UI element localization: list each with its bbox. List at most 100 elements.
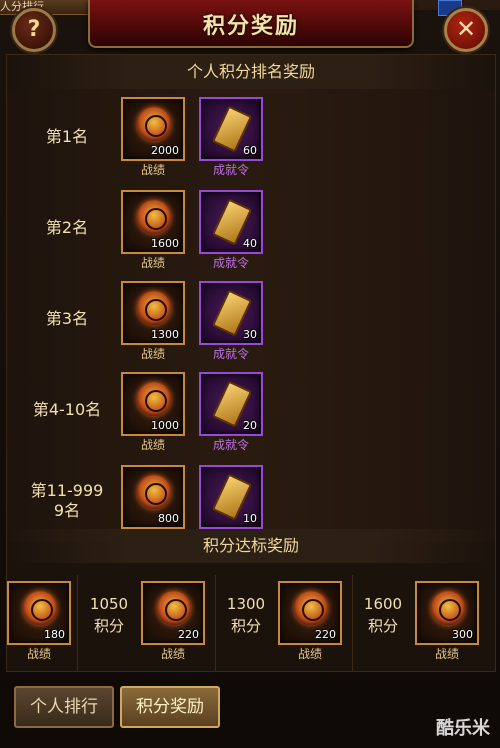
item-name: 战绩 bbox=[160, 647, 185, 661]
close-button[interactable]: ✕ bbox=[444, 8, 488, 52]
threshold-unit: 积分 bbox=[367, 617, 398, 635]
medal-icon bbox=[137, 291, 171, 325]
help-button[interactable]: ? bbox=[12, 8, 56, 52]
reward-item[interactable]: 220 战绩 bbox=[141, 581, 205, 661]
reward-slot: 40 bbox=[199, 190, 263, 254]
item-count: 1300 bbox=[151, 328, 179, 341]
threshold-unit: 积分 bbox=[230, 617, 261, 635]
page-title: 积分奖励 bbox=[202, 14, 299, 39]
threshold-item: 1300 积分 220 战绩 bbox=[216, 575, 353, 671]
rank-row: 第11-999 9名 800 10 bbox=[7, 453, 495, 541]
reward-item[interactable]: 2000 战绩 bbox=[121, 97, 185, 177]
medal-icon bbox=[157, 591, 191, 625]
reward-item[interactable]: 1000 战绩 bbox=[121, 372, 185, 452]
reward-slot: 20 bbox=[199, 372, 263, 436]
item-name: 战绩 bbox=[297, 647, 322, 661]
ranking-list[interactable]: 第1名 2000 战绩 60 成就令 第2名 1600 战绩 40 成就令 第3… bbox=[7, 89, 495, 541]
reward-item[interactable]: 1600 战绩 bbox=[121, 190, 185, 270]
medal-icon bbox=[137, 107, 171, 141]
item-name: 战绩 bbox=[26, 647, 51, 661]
item-count: 800 bbox=[158, 512, 179, 525]
threshold-item: 180 战绩 bbox=[5, 575, 78, 671]
item-name: 战绩 bbox=[140, 163, 165, 177]
item-count: 2000 bbox=[151, 144, 179, 157]
reward-slot: 220 bbox=[141, 581, 205, 645]
title-bar: 积分奖励 bbox=[88, 0, 414, 48]
tab-personal-rank[interactable]: 个人排行 bbox=[14, 686, 114, 728]
threshold-label: 1300 积分 bbox=[216, 593, 276, 637]
item-count: 220 bbox=[178, 628, 199, 641]
item-count: 40 bbox=[243, 237, 257, 250]
item-count: 1000 bbox=[151, 419, 179, 432]
reward-item[interactable]: 60 成就令 bbox=[199, 97, 263, 177]
item-count: 1600 bbox=[151, 237, 179, 250]
threshold-item: 1050 积分 220 战绩 bbox=[79, 575, 216, 671]
rank-label: 第4-10名 bbox=[32, 400, 102, 419]
rank-row: 第1名 2000 战绩 60 成就令 bbox=[7, 89, 495, 181]
reward-slot: 800 bbox=[121, 465, 185, 529]
medal-icon bbox=[137, 475, 171, 509]
medal-icon bbox=[23, 591, 57, 625]
rank-label: 第2名 bbox=[45, 218, 89, 237]
item-count: 20 bbox=[243, 419, 257, 432]
reward-slot: 220 bbox=[278, 581, 342, 645]
threshold-unit: 积分 bbox=[93, 617, 124, 635]
item-count: 10 bbox=[243, 512, 257, 525]
item-count: 180 bbox=[44, 628, 65, 641]
item-name: 战绩 bbox=[140, 256, 165, 270]
reward-slot: 1000 bbox=[121, 372, 185, 436]
reward-slot: 1600 bbox=[121, 190, 185, 254]
rank-row: 第2名 1600 战绩 40 成就令 bbox=[7, 180, 495, 272]
reward-item[interactable]: 30 成就令 bbox=[199, 281, 263, 361]
reward-slot: 60 bbox=[199, 97, 263, 161]
item-count: 220 bbox=[315, 628, 336, 641]
item-count: 30 bbox=[243, 328, 257, 341]
medal-icon bbox=[431, 591, 465, 625]
medal-icon bbox=[294, 591, 328, 625]
threshold-section-title: 积分达标奖励 bbox=[7, 529, 495, 563]
item-name: 战绩 bbox=[140, 347, 165, 361]
reward-item[interactable]: 1300 战绩 bbox=[121, 281, 185, 361]
item-name: 成就令 bbox=[212, 438, 249, 452]
reward-item[interactable]: 800 bbox=[121, 465, 185, 529]
close-icon: ✕ bbox=[455, 15, 477, 43]
item-name: 战绩 bbox=[434, 647, 459, 661]
reward-item[interactable]: 220 战绩 bbox=[278, 581, 342, 661]
reward-slot: 180 bbox=[7, 581, 71, 645]
rewards-panel: 个人积分排名奖励 第1名 2000 战绩 60 成就令 第2名 1600 战绩 … bbox=[6, 54, 496, 672]
threshold-points: 1300 bbox=[226, 595, 266, 613]
item-name: 成就令 bbox=[212, 347, 249, 361]
tab-points-reward[interactable]: 积分奖励 bbox=[120, 686, 220, 728]
rank-label: 第3名 bbox=[45, 309, 89, 328]
medal-icon bbox=[137, 200, 171, 234]
bottom-bar: 个人排行 积分奖励 bbox=[0, 676, 500, 748]
rank-row: 第4-10名 1000 战绩 20 成就令 bbox=[7, 362, 495, 454]
reward-item[interactable]: 10 bbox=[199, 465, 263, 529]
ranking-section-title: 个人积分排名奖励 bbox=[7, 55, 495, 89]
rank-label: 第1名 bbox=[45, 127, 89, 146]
threshold-points: 1600 bbox=[363, 595, 403, 613]
item-count: 60 bbox=[243, 144, 257, 157]
reward-item[interactable]: 20 成就令 bbox=[199, 372, 263, 452]
rank-label: 第11-999 9名 bbox=[17, 481, 117, 521]
reward-item[interactable]: 40 成就令 bbox=[199, 190, 263, 270]
reward-window: 人分排行 积分奖励 ? ✕ 个人积分排名奖励 第1名 2000 战绩 60 成就… bbox=[0, 0, 500, 748]
reward-item[interactable]: 300 战绩 bbox=[415, 581, 479, 661]
threshold-points: 1050 bbox=[89, 595, 129, 613]
threshold-item: 1600 积分 300 战绩 bbox=[353, 575, 493, 671]
rank-label-line: 第11-999 bbox=[30, 481, 104, 500]
reward-slot: 10 bbox=[199, 465, 263, 529]
threshold-label: 1050 积分 bbox=[79, 593, 139, 637]
question-icon: ? bbox=[27, 17, 41, 42]
reward-slot: 2000 bbox=[121, 97, 185, 161]
rank-row: 第3名 1300 战绩 30 成就令 bbox=[7, 271, 495, 363]
reward-slot: 1300 bbox=[121, 281, 185, 345]
watermark-text: 酷乐米 bbox=[436, 718, 490, 739]
rank-label-line: 9名 bbox=[53, 501, 81, 520]
reward-item[interactable]: 180 战绩 bbox=[7, 581, 71, 661]
threshold-label: 1600 积分 bbox=[353, 593, 413, 637]
medal-icon bbox=[137, 382, 171, 416]
item-name: 战绩 bbox=[140, 438, 165, 452]
item-name: 成就令 bbox=[212, 163, 249, 177]
item-count: 300 bbox=[452, 628, 473, 641]
